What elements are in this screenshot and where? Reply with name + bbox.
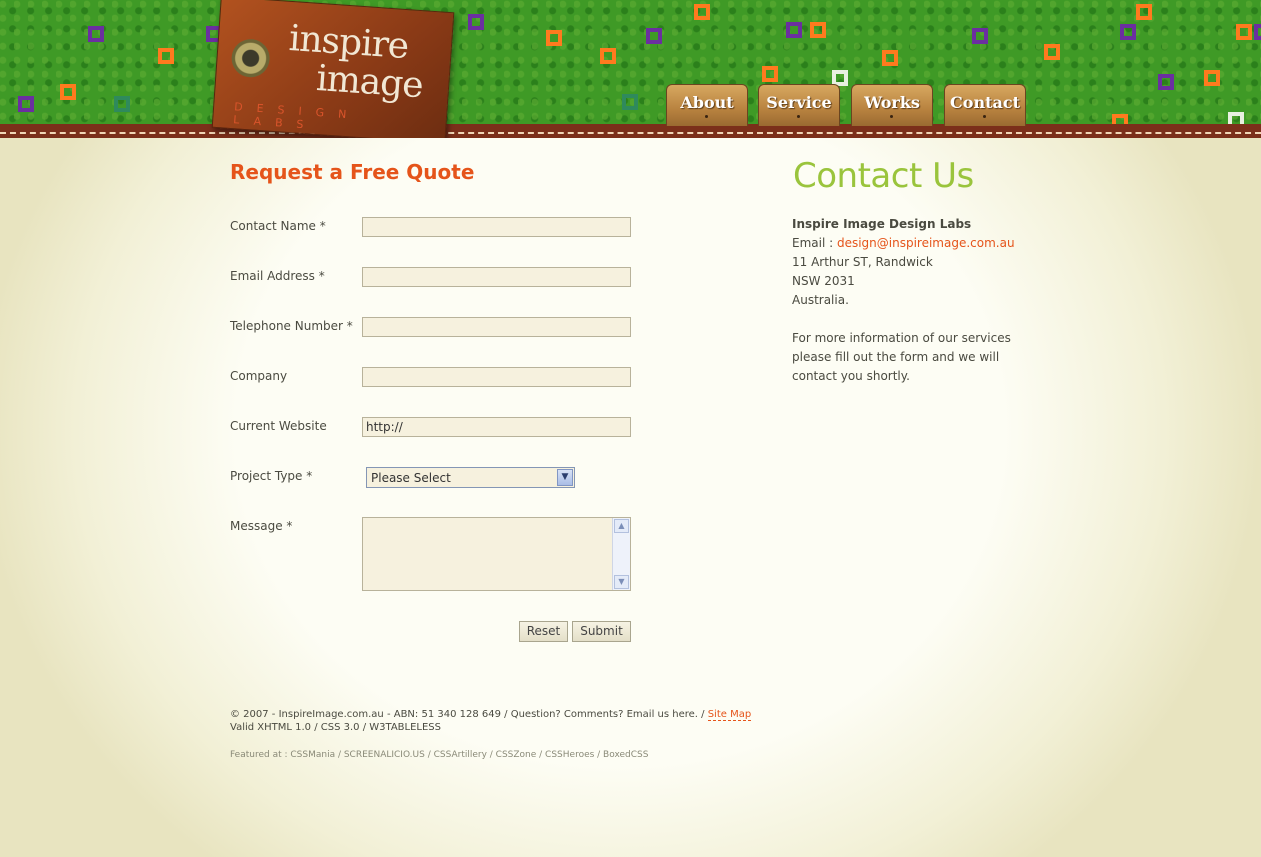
- message-scrollbar[interactable]: ▲ ▼: [612, 518, 630, 590]
- footer-copyright: © 2007 - InspireImage.com.au - ABN: 51 3…: [230, 709, 752, 721]
- decor-square: [1136, 4, 1152, 20]
- header-banner: inspire image DESIGN LABS About Service …: [0, 0, 1261, 138]
- decor-square: [158, 48, 174, 64]
- nav-tab-label: Contact: [950, 93, 1020, 112]
- address-country: Australia.: [792, 293, 849, 307]
- decor-square: [114, 96, 130, 112]
- decor-square: [646, 28, 662, 44]
- footer-validation: Valid XHTML 1.0 / CSS 3.0 / W3TABLELESS: [230, 722, 442, 733]
- nav-dot: [797, 115, 800, 118]
- nav-tab-about[interactable]: About: [666, 84, 748, 126]
- label-current-website: Current Website: [230, 419, 327, 433]
- nav-tab-label: Works: [864, 93, 920, 112]
- decor-square: [1158, 74, 1174, 90]
- decor-square: [1044, 44, 1060, 60]
- scroll-down-icon[interactable]: ▼: [614, 575, 629, 589]
- decor-square: [468, 14, 484, 30]
- site-map-link[interactable]: Site Map: [707, 709, 752, 721]
- decor-square: [1236, 24, 1252, 40]
- message-textarea[interactable]: ▲ ▼: [362, 517, 631, 591]
- decor-square: [694, 4, 710, 20]
- decor-square: [622, 94, 638, 110]
- logo-tag[interactable]: inspire image DESIGN LABS: [211, 0, 455, 138]
- decor-square: [810, 22, 826, 38]
- stitch-line: [0, 132, 1261, 134]
- label-company: Company: [230, 369, 288, 383]
- nav-dot: [890, 115, 893, 118]
- company-name: Inspire Image Design Labs: [792, 217, 972, 231]
- reset-button[interactable]: Reset: [519, 621, 568, 642]
- telephone-input[interactable]: [362, 317, 631, 337]
- contact-title: Contact Us: [793, 156, 974, 196]
- current-website-input[interactable]: [362, 417, 631, 437]
- label-message: Message *: [230, 519, 293, 533]
- decor-square: [1254, 24, 1261, 40]
- email-label: Email :: [792, 236, 837, 250]
- decor-square: [786, 22, 802, 38]
- label-contact-name: Contact Name *: [230, 219, 326, 233]
- scroll-up-icon[interactable]: ▲: [614, 519, 629, 533]
- contact-details: Inspire Image Design Labs Email : design…: [792, 215, 1032, 386]
- decor-square: [60, 84, 76, 100]
- nav-tab-service[interactable]: Service: [758, 84, 840, 126]
- company-input[interactable]: [362, 367, 631, 387]
- decor-square: [882, 50, 898, 66]
- info-blurb-3: contact you shortly.: [792, 369, 910, 383]
- nav-tab-works[interactable]: Works: [851, 84, 933, 126]
- submit-button[interactable]: Submit: [572, 621, 631, 642]
- decor-square: [88, 26, 104, 42]
- email-address-input[interactable]: [362, 267, 631, 287]
- nav-dot: [983, 115, 986, 118]
- label-telephone: Telephone Number *: [230, 319, 353, 333]
- form-title: Request a Free Quote: [230, 160, 475, 184]
- chevron-down-icon[interactable]: ▼: [557, 469, 573, 486]
- nav-dot: [705, 115, 708, 118]
- nav-tab-label: Service: [766, 93, 832, 112]
- decor-square: [600, 48, 616, 64]
- address-line-1: 11 Arthur ST, Randwick: [792, 255, 933, 269]
- footer-copyright-text: © 2007 - InspireImage.com.au - ABN: 51 3…: [230, 709, 708, 720]
- email-link[interactable]: design@inspireimage.com.au: [837, 236, 1015, 250]
- project-type-select[interactable]: Please Select ▼: [366, 467, 575, 488]
- stitched-border: [0, 124, 1261, 138]
- label-email-address: Email Address *: [230, 269, 325, 283]
- info-blurb-1: For more information of our services: [792, 331, 1011, 345]
- project-type-selected-value: Please Select: [371, 471, 451, 485]
- decor-square: [762, 66, 778, 82]
- email-row: Email : design@inspireimage.com.au: [792, 234, 1032, 253]
- info-blurb-2: please fill out the form and we will: [792, 350, 1000, 364]
- decor-square: [972, 28, 988, 44]
- nav-tab-label: About: [680, 93, 734, 112]
- contact-name-input[interactable]: [362, 217, 631, 237]
- decor-square: [1204, 70, 1220, 86]
- eyelet-icon: [230, 37, 271, 79]
- decor-square: [546, 30, 562, 46]
- address-line-2: NSW 2031: [792, 274, 855, 288]
- logo-text-image: image: [314, 57, 425, 107]
- label-project-type: Project Type *: [230, 469, 313, 483]
- footer-featured: Featured at : CSSMania / SCREENALICIO.US…: [230, 750, 649, 760]
- decor-square: [1120, 24, 1136, 40]
- decor-square: [18, 96, 34, 112]
- nav-tab-contact[interactable]: Contact: [944, 84, 1026, 126]
